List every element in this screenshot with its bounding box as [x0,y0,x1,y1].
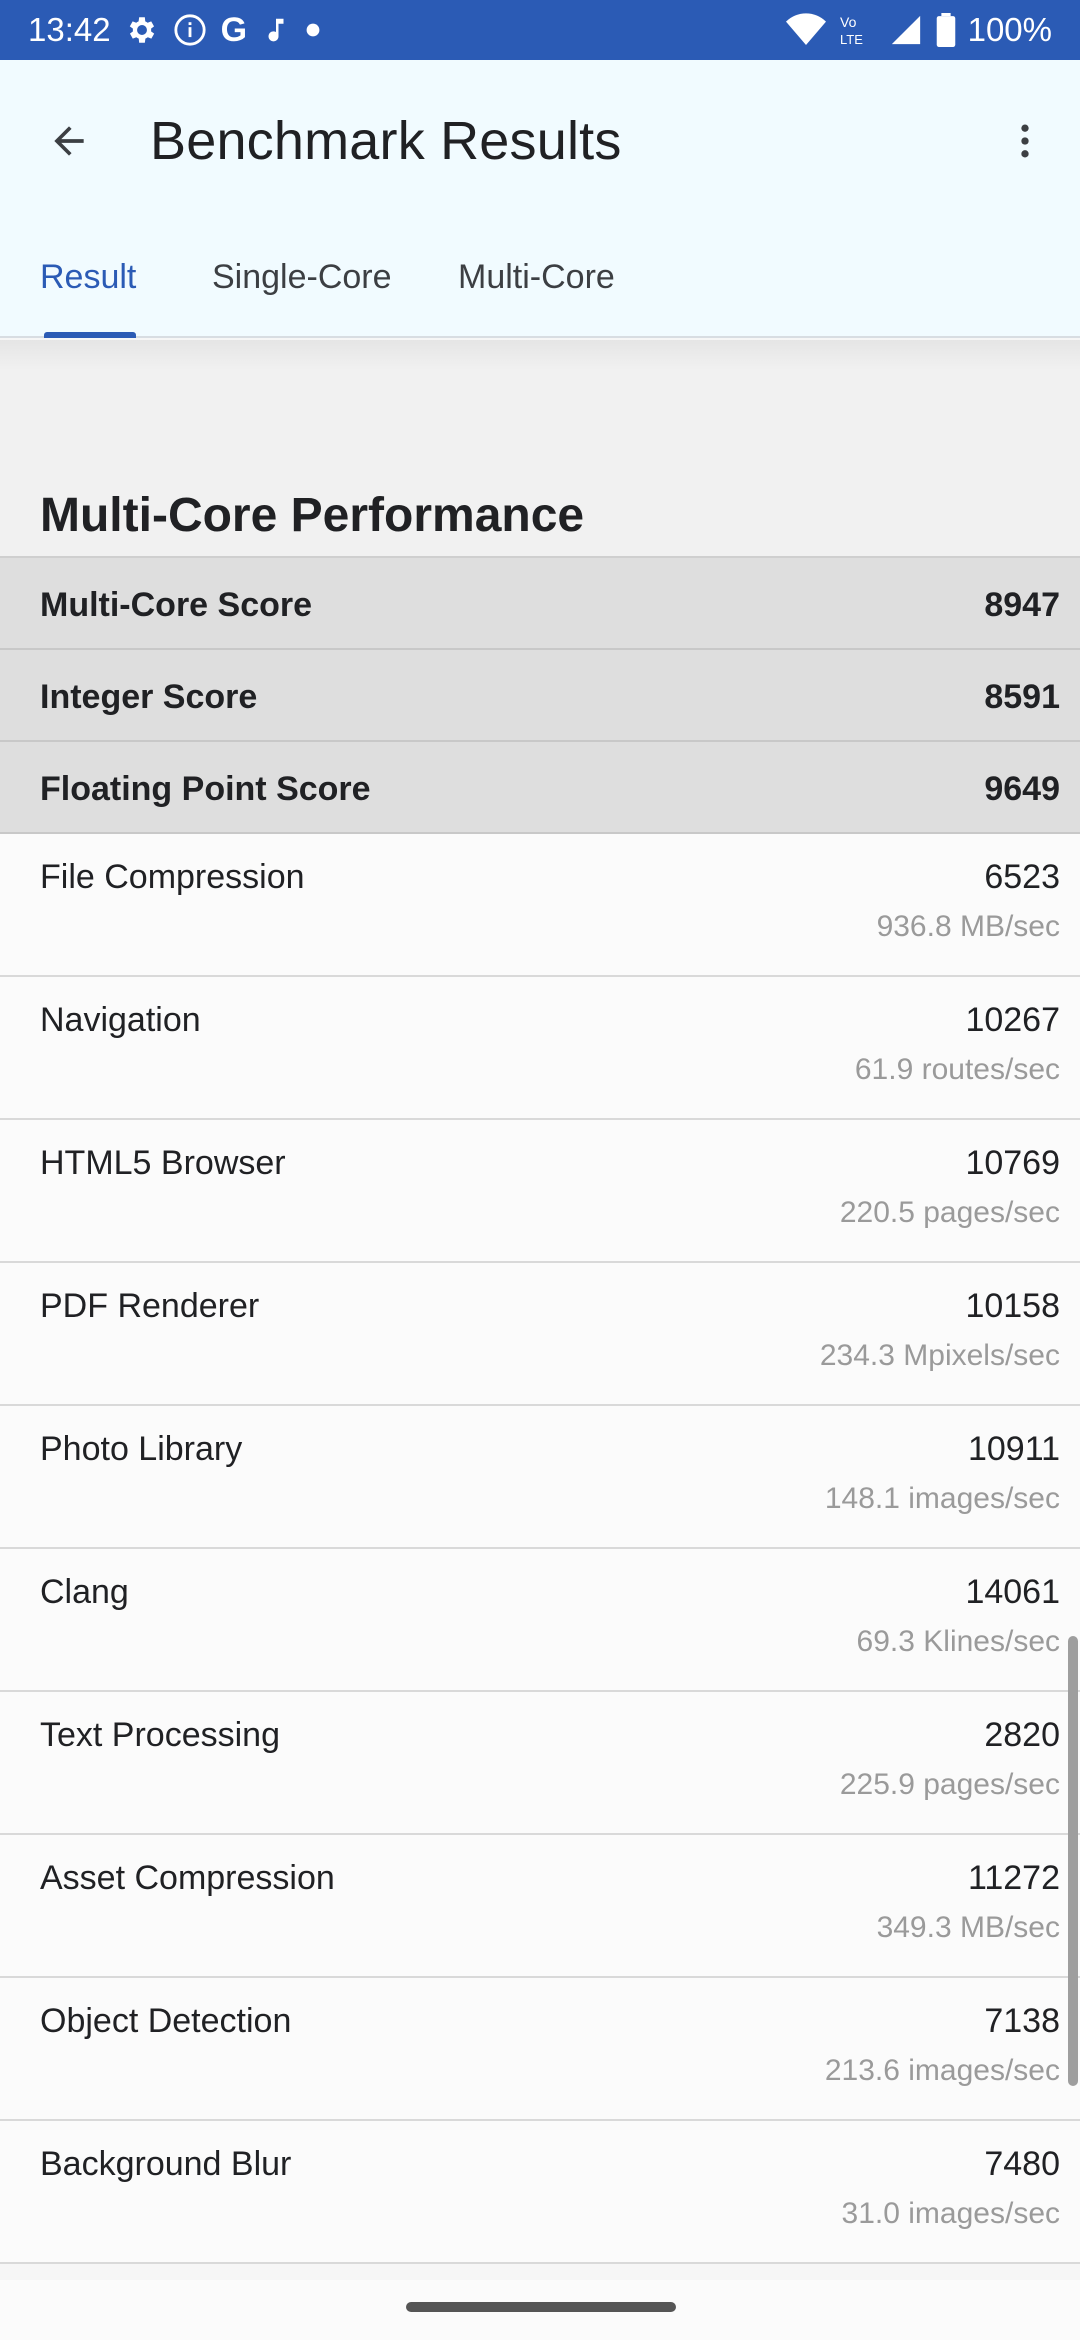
summary-label: Floating Point Score [40,770,371,808]
summary-value: 9649 [984,770,1060,808]
info-icon [173,13,207,47]
summary-row-multi-core: Multi-Core Score 8947 [0,558,1080,650]
test-row-file-compression: File Compression 6523 936.8 MB/sec [0,834,1080,977]
test-score: 14061 [965,1573,1060,1611]
test-score: 2820 [984,1716,1060,1754]
test-rate: 234.3 Mpixels/sec [819,1339,1060,1372]
svg-text:LTE: LTE [840,32,863,47]
battery-percent: 100% [967,11,1052,48]
test-rate: 936.8 MB/sec [876,910,1060,943]
status-time: 13:42 [28,11,111,48]
test-rate: 61.9 routes/sec [854,1053,1060,1086]
test-row-asset-compression: Asset Compression 11272 349.3 MB/sec [0,1835,1080,1978]
test-row-html5-browser: HTML5 Browser 10769 220.5 pages/sec [0,1120,1080,1263]
more-vert-icon[interactable] [992,108,1058,174]
wifi-icon [785,13,826,47]
signal-icon [888,13,924,47]
test-label: Asset Compression [40,1859,335,1897]
test-score: 10267 [965,1001,1060,1039]
test-score: 6523 [984,858,1060,896]
music-note-icon [261,13,291,47]
test-row-background-blur: Background Blur 7480 31.0 images/sec [0,2121,1080,2264]
test-label: PDF Renderer [40,1287,260,1325]
status-bar: 13:42 G Vo LTE 100% [0,0,1080,60]
arrow-back-icon[interactable] [36,108,102,174]
google-icon: G [220,10,248,49]
tab-bar: Result Single-Core Multi-Core [0,228,1080,338]
status-left: 13:42 G [28,11,321,50]
summary-row-integer: Integer Score 8591 [0,650,1080,742]
settings-icon [125,13,159,47]
test-rate: 225.9 pages/sec [839,1768,1060,1801]
tab-indicator [44,332,136,338]
test-label: Text Processing [40,1716,280,1754]
test-row-clang: Clang 14061 69.3 Klines/sec [0,1549,1080,1692]
test-rate: 349.3 MB/sec [876,1911,1060,1944]
test-score: 10911 [967,1430,1060,1468]
test-label: Photo Library [40,1430,243,1468]
test-row-object-detection: Object Detection 7138 213.6 images/sec [0,1978,1080,2121]
test-score: 11272 [967,1859,1060,1897]
summary-value: 8591 [984,678,1060,716]
test-row-text-processing: Text Processing 2820 225.9 pages/sec [0,1692,1080,1835]
status-right: Vo LTE 100% [785,11,1052,49]
summary-row-floating-point: Floating Point Score 9649 [0,742,1080,834]
test-score: 7138 [984,2002,1060,2040]
tab-result[interactable]: Result [40,258,136,297]
results-content[interactable]: Multi-Core Performance Multi-Core Score … [0,340,1080,2290]
divider [0,340,1080,370]
scrollbar[interactable] [1068,1636,1078,2086]
test-score: 10158 [965,1287,1060,1325]
test-row-navigation: Navigation 10267 61.9 routes/sec [0,977,1080,1120]
test-rate: 69.3 Klines/sec [856,1625,1060,1658]
battery-icon [936,13,956,47]
test-rate: 148.1 images/sec [824,1482,1060,1515]
tab-multi-core[interactable]: Multi-Core [458,258,615,297]
page-title: Benchmark Results [150,111,622,171]
section-header: Multi-Core Performance [0,370,1080,558]
test-label: Background Blur [40,2145,292,2183]
test-label: HTML5 Browser [40,1144,286,1182]
test-label: File Compression [40,858,305,896]
volte-icon: Vo LTE [838,13,876,47]
summary-label: Integer Score [40,678,258,716]
summary-label: Multi-Core Score [40,586,313,624]
svg-text:Vo: Vo [840,14,857,30]
test-row-pdf-renderer: PDF Renderer 10158 234.3 Mpixels/sec [0,1263,1080,1406]
gesture-handle[interactable] [406,2302,676,2312]
test-label: Navigation [40,1001,201,1039]
test-score: 10769 [965,1144,1060,1182]
test-row-photo-library: Photo Library 10911 148.1 images/sec [0,1406,1080,1549]
section-title: Multi-Core Performance [40,489,585,542]
test-rate: 31.0 images/sec [841,2197,1060,2230]
test-rate: 213.6 images/sec [824,2054,1060,2087]
test-label: Object Detection [40,2002,292,2040]
dot-icon [305,22,321,38]
test-rate: 220.5 pages/sec [839,1196,1060,1229]
app-bar: Benchmark Results [0,60,1080,228]
summary-value: 8947 [984,586,1060,624]
test-score: 7480 [984,2145,1060,2183]
tab-single-core[interactable]: Single-Core [212,258,392,297]
test-label: Clang [40,1573,129,1611]
